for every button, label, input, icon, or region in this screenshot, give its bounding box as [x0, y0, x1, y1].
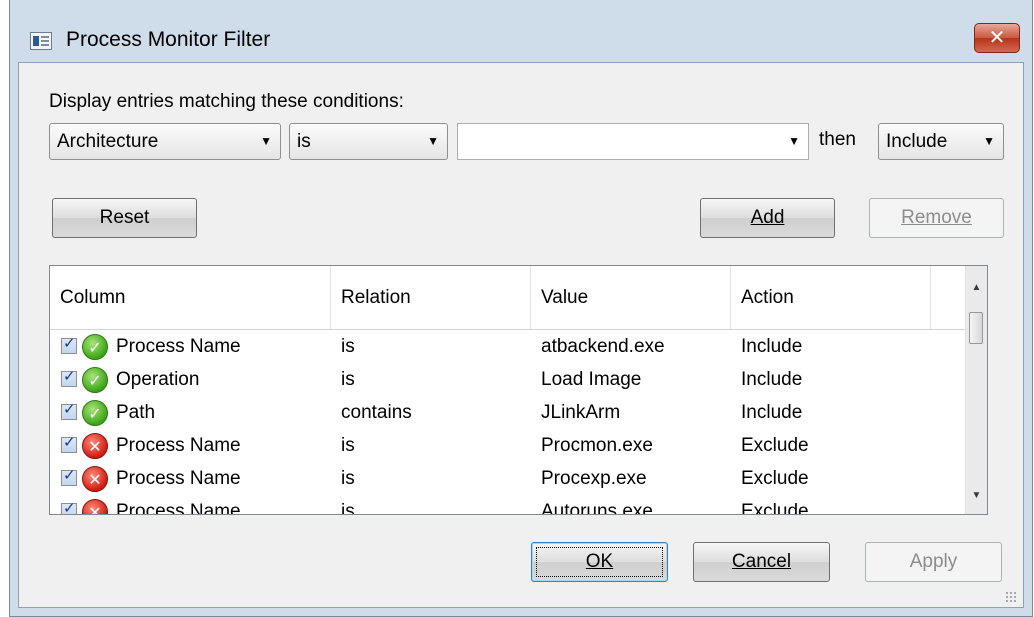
- focus-rectangle: [536, 547, 663, 577]
- conditions-label: Display entries matching these condition…: [49, 91, 404, 112]
- process-monitor-filter-window: Process Monitor Filter ✕ Display entries…: [9, 0, 1033, 617]
- column-select[interactable]: Architecture ▼: [49, 123, 281, 160]
- enabled-checkbox[interactable]: [61, 334, 77, 354]
- enabled-checkbox[interactable]: [61, 400, 77, 420]
- row-action: Include: [741, 402, 803, 423]
- ok-button[interactable]: OK: [531, 542, 668, 582]
- row-action: Include: [741, 369, 803, 390]
- table-row[interactable]: ✕ Process Name is Procexp.exe Exclude: [50, 462, 966, 495]
- column-select-value: Architecture: [57, 131, 159, 152]
- vertical-scrollbar[interactable]: ▲ ▼: [965, 266, 987, 514]
- value-combobox[interactable]: ▼: [457, 123, 809, 160]
- action-select-value: Include: [886, 131, 948, 152]
- row-relation: is: [341, 336, 355, 357]
- window-title: Process Monitor Filter: [66, 28, 271, 51]
- enabled-checkbox[interactable]: [61, 466, 77, 486]
- relation-select[interactable]: is ▼: [289, 123, 448, 160]
- apply-button[interactable]: Apply: [865, 542, 1002, 582]
- enabled-checkbox[interactable]: [61, 499, 77, 514]
- row-column: Path: [116, 402, 156, 423]
- row-action: Exclude: [741, 501, 809, 515]
- row-value: Autoruns.exe: [541, 501, 653, 515]
- scroll-down-arrow-icon[interactable]: ▼: [966, 486, 987, 506]
- chevron-down-icon: ▼: [788, 134, 800, 148]
- enabled-checkbox[interactable]: [61, 433, 77, 453]
- table-row[interactable]: ✓ Path contains JLinkArm Include: [50, 396, 966, 429]
- row-action: Exclude: [741, 468, 809, 489]
- dialog-client-area: Display entries matching these condition…: [18, 62, 1024, 608]
- row-value: Procexp.exe: [541, 468, 647, 489]
- close-button[interactable]: ✕: [974, 23, 1020, 53]
- remove-button-label: Remove: [901, 207, 972, 228]
- table-row[interactable]: ✓ Process Name is atbackend.exe Include: [50, 330, 966, 363]
- row-value: JLinkArm: [541, 402, 621, 423]
- table-row[interactable]: ✕ Process Name is Autoruns.exe Exclude: [50, 495, 966, 515]
- column-header-value[interactable]: Value: [531, 266, 731, 329]
- include-check-icon: ✓: [82, 334, 108, 360]
- include-check-icon: ✓: [82, 367, 108, 393]
- row-column: Process Name: [116, 435, 241, 456]
- chevron-down-icon: ▼: [983, 134, 995, 148]
- app-icon: [30, 32, 52, 50]
- cancel-button[interactable]: Cancel: [693, 542, 830, 582]
- exclude-x-icon: ✕: [82, 499, 108, 514]
- chevron-down-icon: ▼: [427, 134, 439, 148]
- reset-button[interactable]: Reset: [52, 198, 197, 238]
- row-relation: is: [341, 435, 355, 456]
- row-column: Process Name: [116, 501, 241, 515]
- exclude-x-icon: ✕: [82, 466, 108, 492]
- add-button-label: Add: [750, 207, 785, 228]
- action-select[interactable]: Include ▼: [878, 123, 1004, 160]
- column-header-column[interactable]: Column: [50, 266, 331, 329]
- chevron-down-icon: ▼: [260, 134, 272, 148]
- then-label: then: [819, 129, 856, 150]
- relation-select-value: is: [297, 131, 311, 152]
- close-icon: ✕: [988, 25, 1006, 49]
- row-relation: is: [341, 468, 355, 489]
- remove-button[interactable]: Remove: [869, 198, 1004, 238]
- row-value: atbackend.exe: [541, 336, 665, 357]
- exclude-x-icon: ✕: [82, 433, 108, 459]
- table-row[interactable]: ✕ Process Name is Procmon.exe Exclude: [50, 429, 966, 462]
- cancel-button-label: Cancel: [731, 551, 792, 572]
- filter-list[interactable]: Column Relation Value Action ✓ Process N…: [49, 265, 988, 515]
- row-value: Load Image: [541, 369, 642, 390]
- include-check-icon: ✓: [82, 400, 108, 426]
- row-relation: is: [341, 501, 355, 515]
- row-column: Process Name: [116, 336, 241, 357]
- row-action: Exclude: [741, 435, 809, 456]
- row-action: Include: [741, 336, 803, 357]
- row-column: Process Name: [116, 468, 241, 489]
- add-button[interactable]: Add: [700, 198, 835, 238]
- resize-grip-icon[interactable]: [1005, 591, 1017, 603]
- row-column: Operation: [116, 369, 200, 390]
- row-relation: is: [341, 369, 355, 390]
- scroll-thumb[interactable]: [969, 312, 983, 344]
- column-header-action[interactable]: Action: [731, 266, 931, 329]
- scroll-up-arrow-icon[interactable]: ▲: [966, 278, 987, 298]
- column-header-relation[interactable]: Relation: [331, 266, 531, 329]
- enabled-checkbox[interactable]: [61, 367, 77, 387]
- table-row[interactable]: ✓ Operation is Load Image Include: [50, 363, 966, 396]
- row-relation: contains: [341, 402, 412, 423]
- list-header: Column Relation Value Action: [50, 266, 966, 330]
- row-value: Procmon.exe: [541, 435, 653, 456]
